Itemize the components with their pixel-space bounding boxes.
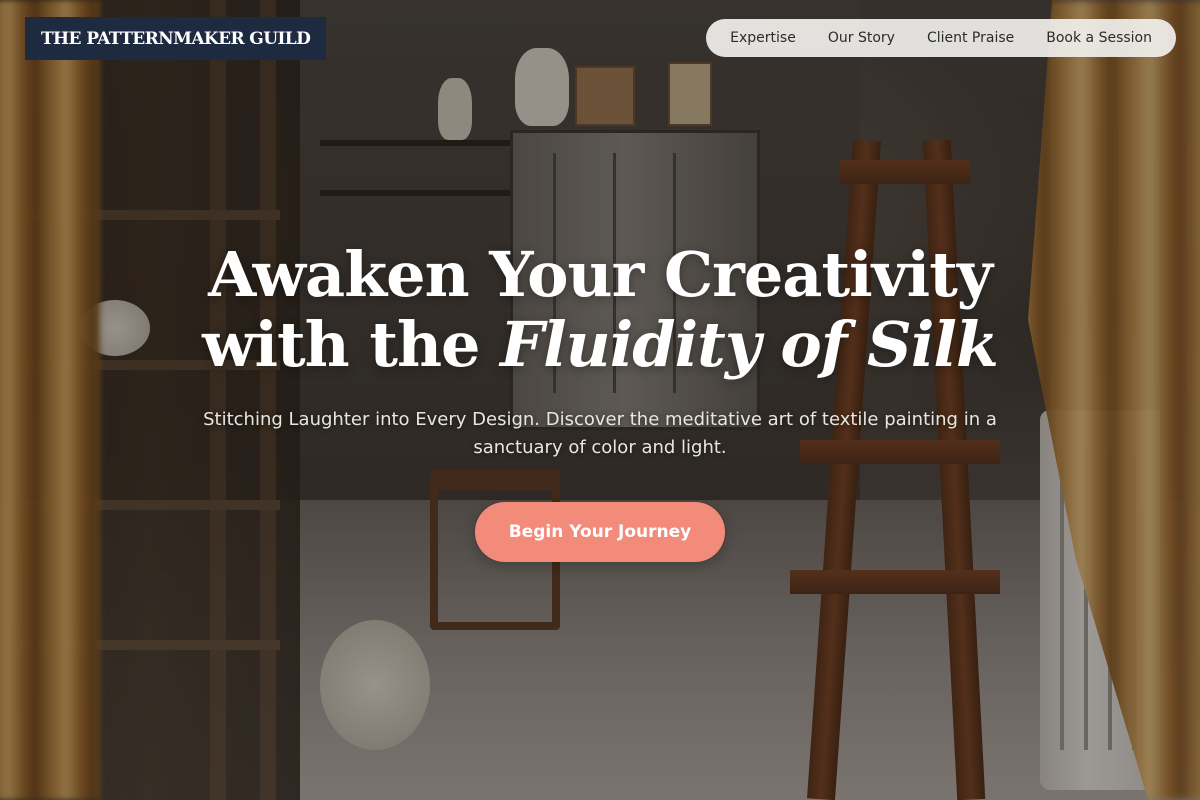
nav-item-our-story[interactable]: Our Story <box>812 30 911 46</box>
hero-subtitle: Stitching Laughter into Every Design. Di… <box>203 409 997 458</box>
brand-logo[interactable]: THE PATTERNMAKER GUILD <box>25 17 327 60</box>
hero-title-line1: Awaken Your Creativity <box>208 238 993 311</box>
nav-item-expertise[interactable]: Expertise <box>714 30 812 46</box>
main-nav: Expertise Our Story Client Praise Book a… <box>706 19 1176 57</box>
hero-title: Awaken Your Creativity with the Fluidity… <box>0 240 1200 380</box>
brand-name: THE PATTERNMAKER GUILD <box>41 28 311 49</box>
hero-title-emphasis: Fluidity of Silk <box>500 308 999 381</box>
begin-journey-button[interactable]: Begin Your Journey <box>475 502 725 562</box>
hero-section: Awaken Your Creativity with the Fluidity… <box>0 240 1200 462</box>
nav-item-book-a-session[interactable]: Book a Session <box>1030 30 1168 46</box>
nav-item-client-praise[interactable]: Client Praise <box>911 30 1030 46</box>
hero-title-line2-prefix: with the <box>202 308 501 381</box>
